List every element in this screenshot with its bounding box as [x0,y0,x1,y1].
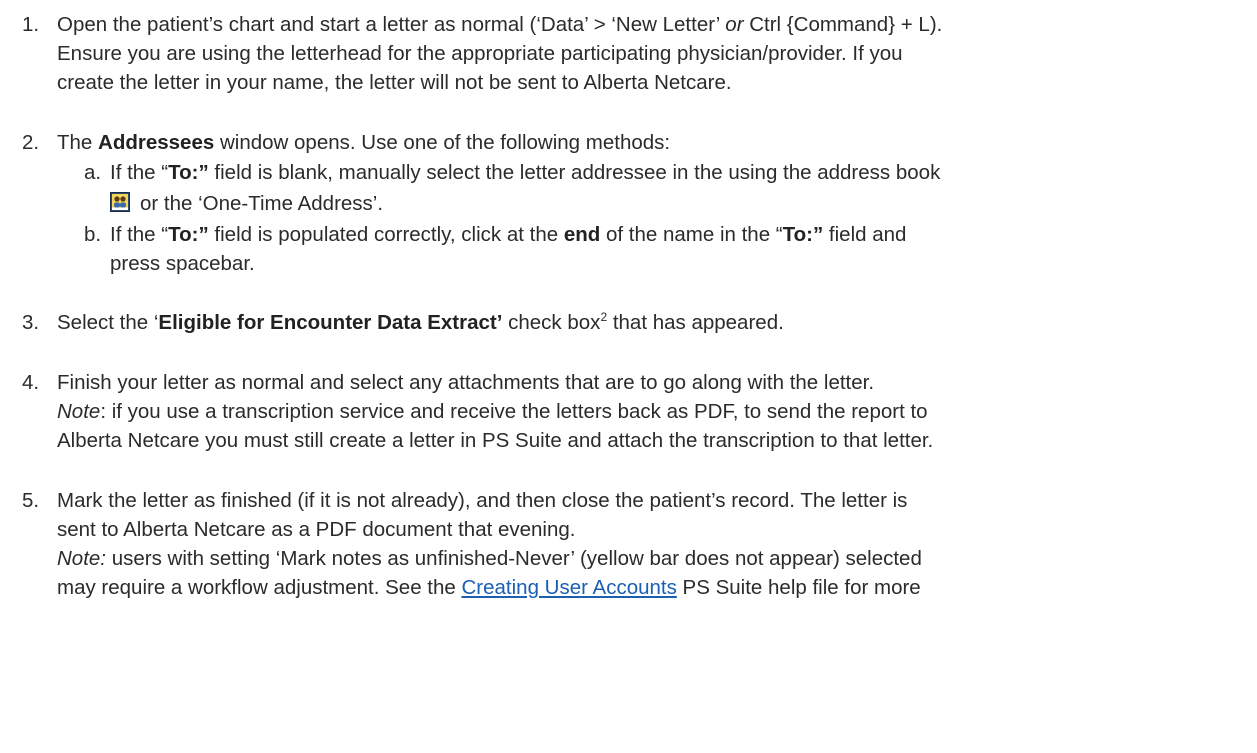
step-number: 4. [22,371,40,394]
creating-user-accounts-link[interactable]: Creating User Accounts [462,576,677,599]
step-4: 4. Finish your letter as normal and sele… [22,368,1247,455]
step-2: 2. The Addressees window opens. Use one … [22,128,1247,157]
step-number: 3. [22,311,40,334]
step-2a: a. If the “To:” field is blank, manually… [84,158,1244,218]
sub-letter: b. [84,223,102,246]
address-book-icon [110,192,130,212]
step-number: 1. [22,13,40,36]
step-text: Finish your letter as normal and select … [57,371,934,452]
document-page: 1. Open the patient’s chart and start a … [0,0,1257,753]
sub-letter: a. [84,161,102,184]
step-3: 3. Select the ‘Eligible for Encounter Da… [22,308,1247,337]
step-text: Select the ‘Eligible for Encounter Data … [57,310,784,334]
step-5: 5. Mark the letter as finished (if it is… [22,486,1247,602]
step-text: The Addressees window opens. Use one of … [57,131,671,154]
step-text: Open the patient’s chart and start a let… [57,13,943,94]
step-text: Mark the letter as finished (if it is no… [57,489,922,599]
step-number: 2. [22,131,40,154]
step-number: 5. [22,489,40,512]
step-2b: b. If the “To:” field is populated corre… [84,220,1244,278]
step-1: 1. Open the patient’s chart and start a … [22,10,1247,97]
